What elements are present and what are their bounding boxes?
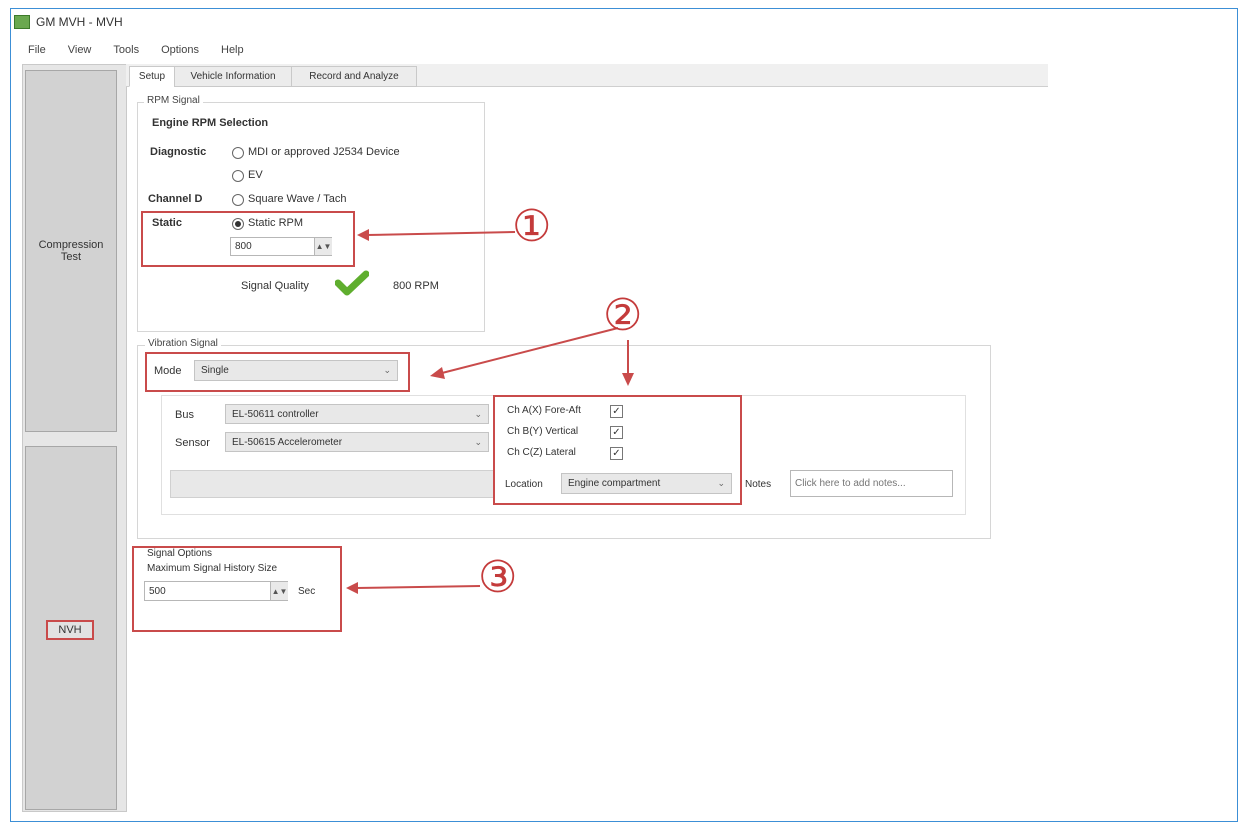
- menu-options[interactable]: Options: [161, 44, 199, 56]
- mode-select[interactable]: Single ⌄: [194, 360, 398, 381]
- static-label: Static: [152, 217, 182, 229]
- history-unit: Sec: [298, 586, 316, 597]
- notes-input[interactable]: [790, 470, 953, 497]
- radio-ev-label: EV: [248, 169, 263, 181]
- mode-label: Mode: [154, 365, 182, 377]
- title-bar: GM MVH - MVH: [14, 12, 123, 32]
- location-label: Location: [505, 479, 543, 490]
- engine-rpm-heading: Engine RPM Selection: [152, 117, 269, 129]
- callout-arrow-3: [346, 582, 481, 594]
- radio-mdi-label: MDI or approved J2534 Device: [248, 146, 400, 158]
- callout-number-2: ②: [603, 290, 643, 341]
- signal-quality-label: Signal Quality: [241, 280, 309, 292]
- sensor-select[interactable]: EL-50615 Accelerometer ⌄: [225, 432, 489, 452]
- radio-mdi[interactable]: [232, 147, 244, 159]
- axis-x-label: Ch A(X) Fore-Aft: [507, 405, 581, 416]
- bus-select[interactable]: EL-50611 controller ⌄: [225, 404, 489, 424]
- chevron-down-icon: ⌄: [474, 436, 482, 447]
- chevron-down-icon: ⌄: [474, 408, 482, 419]
- radio-square-wave[interactable]: [232, 194, 244, 206]
- menu-view[interactable]: View: [68, 44, 92, 56]
- location-select[interactable]: Engine compartment ⌄: [561, 473, 732, 494]
- axis-x-checkbox[interactable]: ✓: [610, 405, 623, 418]
- rpm-signal-title: RPM Signal: [144, 95, 203, 106]
- bus-value: EL-50611 controller: [232, 408, 319, 420]
- radio-static-rpm[interactable]: [232, 218, 244, 230]
- check-icon: [335, 270, 369, 296]
- mode-value: Single: [201, 365, 229, 376]
- chevron-down-icon: ⌄: [717, 478, 725, 488]
- rpm-spinner[interactable]: ▲▼: [314, 238, 332, 255]
- signal-options-title: Signal Options: [147, 548, 213, 559]
- history-spinner[interactable]: ▲▼: [270, 582, 288, 600]
- chevron-down-icon: ⌄: [383, 365, 391, 375]
- nvh-tile-label[interactable]: NVH: [46, 620, 94, 640]
- channel-label: Channel D: [148, 193, 203, 205]
- rpm-readout: 800 RPM: [393, 280, 439, 292]
- diagnostic-label: Diagnostic: [150, 146, 207, 158]
- history-size-value: 500: [149, 585, 166, 597]
- radio-square-wave-label: Square Wave / Tach: [248, 193, 347, 205]
- compression-test-tile[interactable]: Compression Test: [25, 70, 117, 432]
- location-value: Engine compartment: [568, 478, 661, 489]
- tab-vehicle-information[interactable]: Vehicle Information: [174, 66, 292, 87]
- bus-label: Bus: [175, 409, 194, 421]
- axis-z-label: Ch C(Z) Lateral: [507, 447, 576, 458]
- vibration-signal-title: Vibration Signal: [145, 338, 221, 349]
- axis-y-label: Ch B(Y) Vertical: [507, 426, 579, 437]
- menu-file[interactable]: File: [28, 44, 46, 56]
- tab-record-and-analyze[interactable]: Record and Analyze: [291, 66, 417, 87]
- channel-strip: [170, 470, 498, 498]
- menu-help[interactable]: Help: [221, 44, 244, 56]
- menu-bar: File View Tools Options Help: [28, 40, 1048, 60]
- callout-arrow-1: [357, 229, 516, 241]
- radio-ev[interactable]: [232, 170, 244, 182]
- sensor-value: EL-50615 Accelerometer: [232, 436, 343, 448]
- axis-y-checkbox[interactable]: ✓: [610, 426, 623, 439]
- sensor-label: Sensor: [175, 437, 210, 449]
- callout-number-3: ③: [478, 552, 518, 603]
- menu-tools[interactable]: Tools: [113, 44, 139, 56]
- app-icon: [14, 15, 30, 29]
- callout-number-1: ①: [512, 201, 552, 252]
- notes-label: Notes: [745, 479, 772, 490]
- history-size-input[interactable]: 500: [144, 581, 288, 601]
- window-title: GM MVH - MVH: [36, 15, 123, 29]
- axis-z-checkbox[interactable]: ✓: [610, 447, 623, 460]
- static-rpm-value: 800: [235, 241, 252, 252]
- history-size-label: Maximum Signal History Size: [147, 563, 278, 574]
- radio-static-rpm-label: Static RPM: [248, 217, 304, 229]
- tab-setup[interactable]: Setup: [129, 66, 175, 87]
